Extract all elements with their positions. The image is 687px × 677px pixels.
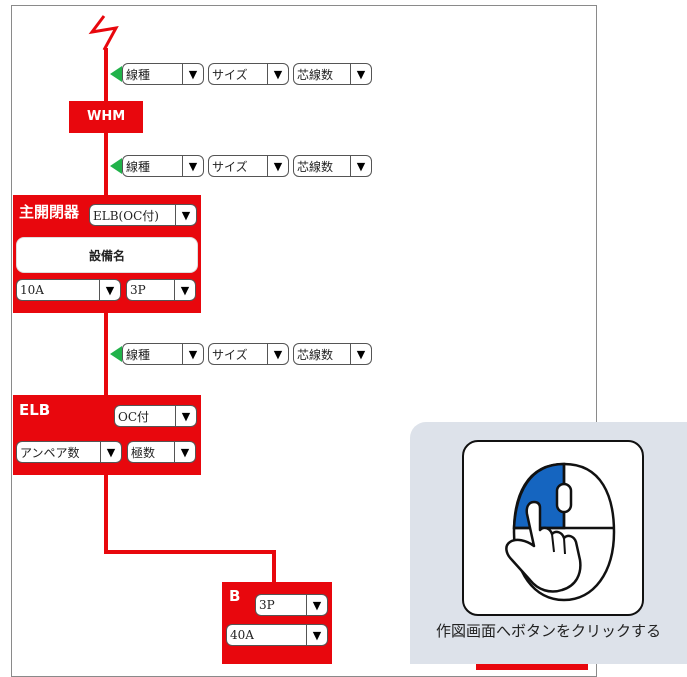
chevron-down-icon: ▼: [174, 442, 195, 462]
chevron-down-icon: ▼: [267, 344, 288, 364]
wire-arrow-icon: [110, 346, 122, 362]
current-rating-select[interactable]: 40A ▼: [226, 624, 328, 646]
chevron-down-icon: ▼: [100, 442, 121, 462]
wire-arrow-icon: [110, 158, 122, 174]
wire-segment: [272, 550, 276, 584]
equipment-name-field[interactable]: 設備名: [16, 237, 198, 273]
wire-segment: [104, 132, 108, 196]
chevron-down-icon: ▼: [267, 64, 288, 84]
elb-block: ELB OC付 ▼ アンペア数 ▼ 極数 ▼: [13, 395, 201, 475]
chevron-down-icon: ▼: [175, 406, 196, 426]
instruction-overlay: 作図画面へボタンをクリックする: [410, 422, 687, 664]
core-count-select[interactable]: 芯線数 ▼: [293, 63, 372, 85]
core-count-select[interactable]: 芯線数 ▼: [293, 343, 372, 365]
breaker-b-title: B: [229, 587, 241, 605]
line-type-select[interactable]: 線種 ▼: [122, 343, 204, 365]
chevron-down-icon: ▼: [306, 625, 327, 645]
chevron-down-icon: ▼: [350, 344, 371, 364]
chevron-down-icon: ▼: [182, 64, 203, 84]
current-rating-select[interactable]: 10A ▼: [16, 279, 121, 301]
poles-select[interactable]: 3P ▼: [126, 279, 196, 301]
wire-segment: [104, 474, 108, 554]
chevron-down-icon: ▼: [350, 64, 371, 84]
mouse-card: [462, 440, 644, 616]
oc-select[interactable]: OC付 ▼: [114, 405, 197, 427]
instruction-text: 作図画面へボタンをクリックする: [435, 622, 661, 640]
wire-arrow-icon: [110, 66, 122, 82]
line-type-select[interactable]: 線種 ▼: [122, 155, 204, 177]
poles-select[interactable]: 極数 ▼: [127, 441, 196, 463]
main-breaker-title: 主開閉器: [19, 203, 80, 221]
chevron-down-icon: ▼: [175, 205, 196, 225]
wire-segment: [104, 550, 274, 554]
whm-label: WHM: [87, 109, 126, 124]
main-breaker-block: 主開閉器 ELB(OC付) ▼ 設備名 10A ▼ 3P ▼: [13, 195, 201, 313]
ampere-select[interactable]: アンペア数 ▼: [16, 441, 122, 463]
poles-select[interactable]: 3P ▼: [255, 594, 328, 616]
mouse-left-click-icon: [505, 462, 616, 602]
chevron-down-icon: ▼: [306, 595, 327, 615]
whm-block[interactable]: WHM: [69, 101, 143, 133]
breaker-b-block: B 3P ▼ 40A ▼: [222, 582, 332, 664]
chevron-down-icon: ▼: [174, 280, 195, 300]
power-source-icon: [88, 15, 119, 51]
wire-segment: [104, 48, 108, 102]
core-count-select[interactable]: 芯線数 ▼: [293, 155, 372, 177]
chevron-down-icon: ▼: [182, 156, 203, 176]
size-select[interactable]: サイズ ▼: [208, 155, 289, 177]
chevron-down-icon: ▼: [350, 156, 371, 176]
breaker-type-select[interactable]: ELB(OC付) ▼: [89, 204, 197, 226]
size-select[interactable]: サイズ ▼: [208, 343, 289, 365]
size-select[interactable]: サイズ ▼: [208, 63, 289, 85]
chevron-down-icon: ▼: [267, 156, 288, 176]
line-type-select[interactable]: 線種 ▼: [122, 63, 204, 85]
wire-segment: [104, 312, 108, 396]
elb-title: ELB: [19, 401, 51, 419]
chevron-down-icon: ▼: [182, 344, 203, 364]
chevron-down-icon: ▼: [99, 280, 120, 300]
